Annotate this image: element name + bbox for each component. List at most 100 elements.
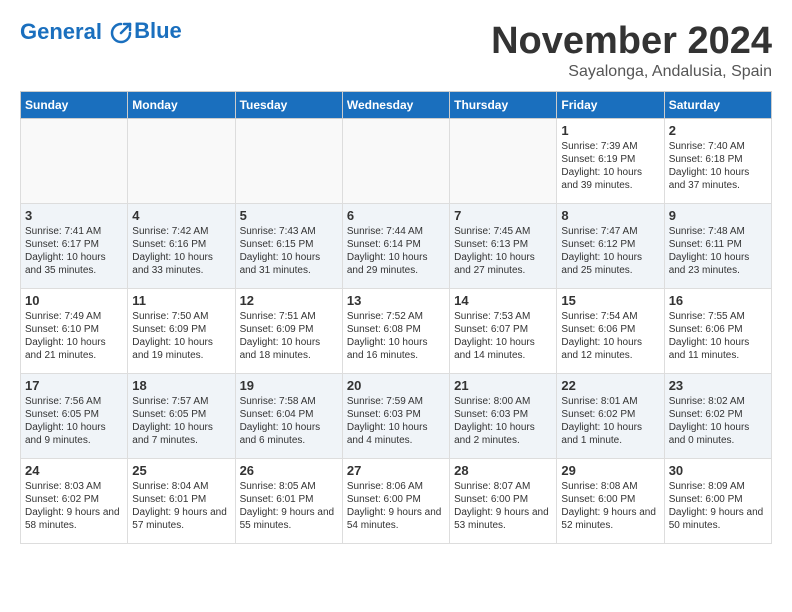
week-row: 24Sunrise: 8:03 AMSunset: 6:02 PMDayligh…: [21, 459, 772, 544]
cell-text: Sunset: 6:03 PM: [347, 408, 445, 421]
day-number: 22: [561, 378, 659, 393]
calendar-cell: 15Sunrise: 7:54 AMSunset: 6:06 PMDayligh…: [557, 289, 664, 374]
cell-text: Sunset: 6:13 PM: [454, 238, 552, 251]
calendar-cell: 9Sunrise: 7:48 AMSunset: 6:11 PMDaylight…: [664, 204, 771, 289]
cell-text: Daylight: 10 hours and 12 minutes.: [561, 336, 659, 362]
cell-text: Daylight: 10 hours and 35 minutes.: [25, 251, 123, 277]
cell-text: Daylight: 10 hours and 4 minutes.: [347, 421, 445, 447]
cell-text: Daylight: 10 hours and 7 minutes.: [132, 421, 230, 447]
cell-text: Sunrise: 7:50 AM: [132, 310, 230, 323]
calendar-cell: 16Sunrise: 7:55 AMSunset: 6:06 PMDayligh…: [664, 289, 771, 374]
calendar-cell: 11 Sunrise: 7:50 AMSunset: 6:09 PMDayligh…: [128, 289, 235, 374]
cell-text: Sunset: 6:02 PM: [561, 408, 659, 421]
cell-text: Sunrise: 8:03 AM: [25, 480, 123, 493]
calendar-cell: 21Sunrise: 8:00 AMSunset: 6:03 PMDayligh…: [450, 374, 557, 459]
calendar-body: 1Sunrise: 7:39 AMSunset: 6:19 PMDaylight…: [21, 119, 772, 544]
cell-text: Sunset: 6:02 PM: [669, 408, 767, 421]
calendar-cell: 12Sunrise: 7:51 AMSunset: 6:09 PMDayligh…: [235, 289, 342, 374]
day-number: 18: [132, 378, 230, 393]
day-number: 8: [561, 208, 659, 223]
header-cell-saturday: Saturday: [664, 92, 771, 119]
cell-text: Daylight: 10 hours and 29 minutes.: [347, 251, 445, 277]
cell-text: Sunrise: 7:44 AM: [347, 225, 445, 238]
cell-text: Daylight: 9 hours and 53 minutes.: [454, 506, 552, 532]
day-number: 12: [240, 293, 338, 308]
cell-text: Sunrise: 8:08 AM: [561, 480, 659, 493]
cell-text: Sunset: 6:19 PM: [561, 153, 659, 166]
cell-text: Daylight: 10 hours and 39 minutes.: [561, 166, 659, 192]
cell-text: Sunrise: 8:07 AM: [454, 480, 552, 493]
cell-text: Sunset: 6:11 PM: [669, 238, 767, 251]
header-cell-thursday: Thursday: [450, 92, 557, 119]
cell-text: Sunset: 6:16 PM: [132, 238, 230, 251]
month-title: November 2024: [491, 20, 772, 63]
cell-text: Daylight: 10 hours and 23 minutes.: [669, 251, 767, 277]
cell-text: Sunrise: 7:53 AM: [454, 310, 552, 323]
page-container: General Blue November 2024 Sayalonga, An…: [0, 0, 792, 554]
calendar-cell: [21, 119, 128, 204]
cell-text: Sunset: 6:09 PM: [132, 323, 230, 336]
calendar-cell: 14Sunrise: 7:53 AMSunset: 6:07 PMDayligh…: [450, 289, 557, 374]
cell-text: Daylight: 10 hours and 2 minutes.: [454, 421, 552, 447]
cell-text: Daylight: 10 hours and 11 minutes.: [669, 336, 767, 362]
calendar-cell: [342, 119, 449, 204]
cell-text: Sunrise: 8:09 AM: [669, 480, 767, 493]
header: General Blue November 2024 Sayalonga, An…: [20, 20, 772, 81]
logo-blue: Blue: [134, 18, 182, 44]
cell-text: Daylight: 10 hours and 19 minutes.: [132, 336, 230, 362]
calendar-table: SundayMondayTuesdayWednesdayThursdayFrid…: [20, 91, 772, 544]
cell-text: Sunrise: 7:57 AM: [132, 395, 230, 408]
day-number: 6: [347, 208, 445, 223]
cell-text: Daylight: 9 hours and 54 minutes.: [347, 506, 445, 532]
day-number: 11: [132, 293, 230, 308]
day-number: 27: [347, 463, 445, 478]
cell-text: Daylight: 9 hours and 58 minutes.: [25, 506, 123, 532]
header-cell-tuesday: Tuesday: [235, 92, 342, 119]
day-number: 15: [561, 293, 659, 308]
day-number: 5: [240, 208, 338, 223]
logo-general: General: [20, 19, 102, 44]
day-number: 21: [454, 378, 552, 393]
cell-text: Sunset: 6:00 PM: [669, 493, 767, 506]
cell-text: Daylight: 9 hours and 50 minutes.: [669, 506, 767, 532]
cell-text: Sunrise: 7:40 AM: [669, 140, 767, 153]
week-row: 10Sunrise: 7:49 AMSunset: 6:10 PMDayligh…: [21, 289, 772, 374]
header-row: SundayMondayTuesdayWednesdayThursdayFrid…: [21, 92, 772, 119]
cell-text: Sunrise: 8:02 AM: [669, 395, 767, 408]
logo: General Blue: [20, 20, 182, 44]
calendar-cell: 18Sunrise: 7:57 AMSunset: 6:05 PMDayligh…: [128, 374, 235, 459]
calendar-cell: [235, 119, 342, 204]
calendar-cell: 24Sunrise: 8:03 AMSunset: 6:02 PMDayligh…: [21, 459, 128, 544]
week-row: 1Sunrise: 7:39 AMSunset: 6:19 PMDaylight…: [21, 119, 772, 204]
cell-text: Sunrise: 7:42 AM: [132, 225, 230, 238]
calendar-cell: 6 Sunrise: 7:44 AMSunset: 6:14 PMDaylight…: [342, 204, 449, 289]
title-area: November 2024 Sayalonga, Andalusia, Spai…: [491, 20, 772, 81]
cell-text: Sunrise: 7:52 AM: [347, 310, 445, 323]
calendar-cell: 26Sunrise: 8:05 AMSunset: 6:01 PMDayligh…: [235, 459, 342, 544]
cell-text: Sunset: 6:01 PM: [132, 493, 230, 506]
week-row: 3Sunrise: 7:41 AMSunset: 6:17 PMDaylight…: [21, 204, 772, 289]
day-number: 14: [454, 293, 552, 308]
calendar-cell: 22Sunrise: 8:01 AMSunset: 6:02 PMDayligh…: [557, 374, 664, 459]
cell-text: Sunrise: 8:00 AM: [454, 395, 552, 408]
calendar-cell: 5Sunrise: 7:43 AMSunset: 6:15 PMDaylight…: [235, 204, 342, 289]
cell-text: Sunset: 6:14 PM: [347, 238, 445, 251]
cell-text: Daylight: 10 hours and 37 minutes.: [669, 166, 767, 192]
cell-text: Sunset: 6:01 PM: [240, 493, 338, 506]
day-number: 20: [347, 378, 445, 393]
cell-text: Sunset: 6:15 PM: [240, 238, 338, 251]
calendar-cell: 25Sunrise: 8:04 AMSunset: 6:01 PMDayligh…: [128, 459, 235, 544]
calendar-cell: [450, 119, 557, 204]
calendar-cell: 29Sunrise: 8:08 AMSunset: 6:00 PMDayligh…: [557, 459, 664, 544]
cell-text: Daylight: 9 hours and 55 minutes.: [240, 506, 338, 532]
cell-text: Sunrise: 7:43 AM: [240, 225, 338, 238]
day-number: 3: [25, 208, 123, 223]
cell-text: Sunset: 6:09 PM: [240, 323, 338, 336]
cell-text: Sunset: 6:18 PM: [669, 153, 767, 166]
day-number: 29: [561, 463, 659, 478]
day-number: 2: [669, 123, 767, 138]
cell-text: Daylight: 9 hours and 52 minutes.: [561, 506, 659, 532]
calendar-cell: 1Sunrise: 7:39 AMSunset: 6:19 PMDaylight…: [557, 119, 664, 204]
cell-text: Sunrise: 8:05 AM: [240, 480, 338, 493]
calendar-cell: 19Sunrise: 7:58 AMSunset: 6:04 PMDayligh…: [235, 374, 342, 459]
